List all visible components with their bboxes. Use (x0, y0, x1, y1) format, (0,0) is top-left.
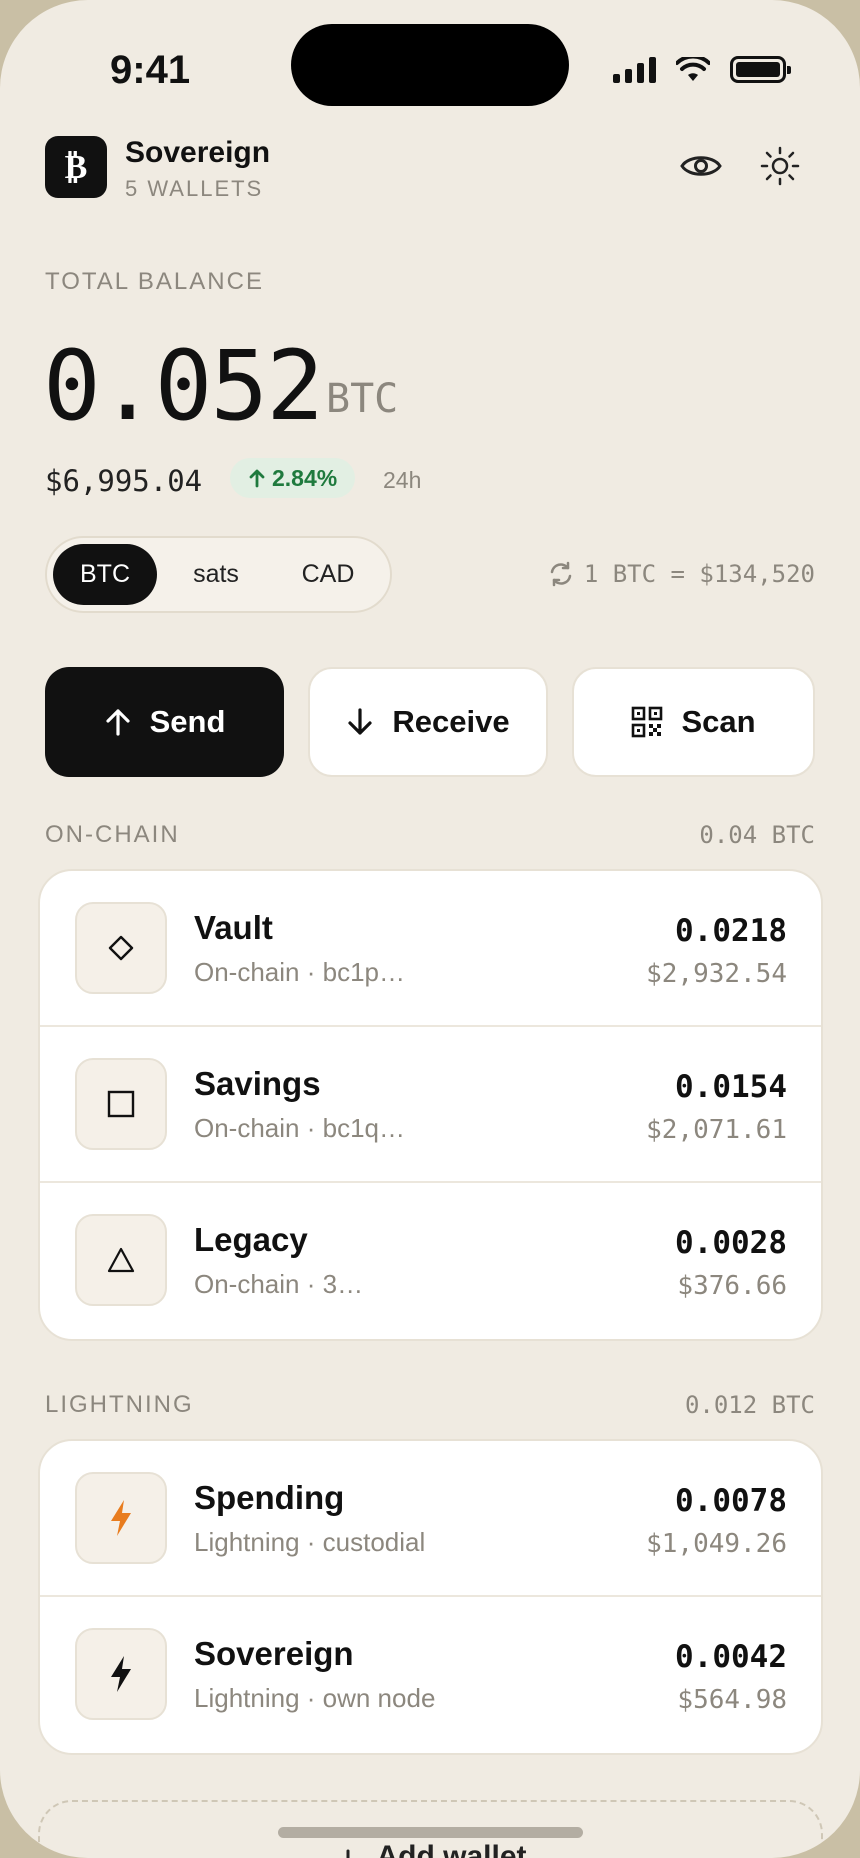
status-icons (613, 56, 791, 83)
total-balance-fiat: $6,995.04 (45, 464, 203, 498)
onchain-section-total: 0.04 BTC (699, 821, 815, 849)
change-percent: 2.84% (272, 464, 338, 491)
plus-icon (346, 1849, 350, 1858)
send-button[interactable]: Send (45, 667, 284, 777)
wallet-row-sovereign[interactable]: Sovereign Lightning · own node 0.0042 $5… (40, 1597, 821, 1753)
receive-button[interactable]: Receive (308, 667, 548, 777)
wallet-name: Sovereign (194, 1635, 354, 1672)
wallet-icon-tile (75, 1214, 167, 1306)
status-time: 9:41 (110, 48, 191, 92)
add-wallet-label: Add wallet (376, 1840, 527, 1858)
wallet-name: Vault (194, 909, 273, 946)
wallet-btc: 0.0154 (675, 1069, 787, 1105)
change-period: 24h (383, 467, 422, 493)
wallet-icon-tile (75, 1058, 167, 1150)
home-indicator[interactable] (278, 1827, 583, 1838)
wallet-fiat: $564.98 (677, 1685, 787, 1715)
wallet-icon-tile (75, 1628, 167, 1720)
app-logo: ₿ (45, 136, 107, 198)
wallet-btc: 0.0218 (675, 913, 787, 949)
wallet-count: 5 WALLETS (125, 176, 264, 201)
wallet-icon-tile (75, 902, 167, 994)
wallet-row-legacy[interactable]: Legacy On-chain · 3… 0.0028 $376.66 (40, 1183, 821, 1339)
wallet-name: Spending (194, 1479, 345, 1516)
wallet-row-savings[interactable]: Savings On-chain · bc1q… 0.0154 $2,071.6… (40, 1027, 821, 1183)
eye-icon (680, 156, 722, 176)
wallet-meta: Lightning · own node (194, 1683, 436, 1713)
wallet-meta: On-chain · 3… (194, 1269, 364, 1299)
lightning-section-total: 0.012 BTC (684, 1391, 815, 1419)
send-label: Send (149, 704, 226, 739)
total-balance-value: 0.052 (43, 330, 324, 442)
wallet-icon-tile (75, 1472, 167, 1564)
wallet-btc: 0.0078 (675, 1483, 787, 1519)
wallet-meta: Lightning · custodial (194, 1527, 426, 1557)
receive-label: Receive (392, 704, 510, 739)
wallet-meta: On-chain · bc1q… (194, 1113, 405, 1143)
exchange-rate[interactable]: 1 BTC = $134,520 (548, 560, 815, 588)
arrow-down-icon (348, 708, 372, 735)
diamond-icon (108, 935, 134, 961)
refresh-icon (550, 561, 572, 587)
cellular-signal-icon (613, 56, 656, 83)
exchange-rate-text: 1 BTC = $134,520 (583, 560, 815, 588)
sun-icon (760, 146, 800, 186)
unit-option-cad[interactable]: CAD (275, 544, 381, 605)
bolt-orange-icon (111, 1500, 131, 1536)
wallet-fiat: $2,071.61 (646, 1115, 787, 1145)
wifi-icon (676, 56, 710, 81)
change-badge: 2.84% (230, 458, 356, 498)
triangle-icon (107, 1247, 135, 1273)
wallet-meta: On-chain · bc1p… (194, 957, 405, 987)
wallet-fiat: $1,049.26 (646, 1529, 787, 1559)
unit-switcher: BTC sats CAD (45, 536, 392, 613)
wallet-fiat: $2,932.54 (646, 959, 787, 989)
wallet-row-spending[interactable]: Spending Lightning · custodial 0.0078 $1… (40, 1441, 821, 1597)
lightning-section-label: LIGHTNING (45, 1391, 194, 1418)
total-balance-label: TOTAL BALANCE (45, 268, 264, 295)
total-balance-unit: BTC (326, 376, 399, 422)
lightning-wallet-list: Spending Lightning · custodial 0.0078 $1… (38, 1439, 823, 1755)
unit-option-sats[interactable]: sats (157, 544, 275, 605)
scan-button[interactable]: Scan (572, 667, 815, 777)
arrow-up-icon (249, 469, 265, 488)
bolt-icon (111, 1656, 131, 1692)
scan-label: Scan (681, 704, 756, 739)
dynamic-island (291, 24, 569, 106)
arrow-up-icon (105, 709, 130, 736)
app-title: Sovereign (125, 136, 271, 169)
wallet-row-vault[interactable]: Vault On-chain · bc1p… 0.0218 $2,932.54 (40, 871, 821, 1027)
battery-icon (730, 56, 791, 83)
wallet-fiat: $376.66 (677, 1271, 787, 1301)
wallet-btc: 0.0042 (675, 1639, 787, 1675)
square-icon (107, 1090, 135, 1118)
settings-button[interactable] (754, 140, 806, 192)
onchain-wallet-list: Vault On-chain · bc1p… 0.0218 $2,932.54 … (38, 869, 823, 1341)
wallet-name: Legacy (194, 1221, 308, 1258)
unit-option-btc[interactable]: BTC (53, 544, 157, 605)
toggle-visibility-button[interactable] (675, 140, 727, 192)
phone-screen: 9:41 ₿ Sovereign 5 WALLETS TOTAL BALANCE… (0, 0, 860, 1858)
wallet-name: Savings (194, 1065, 321, 1102)
qr-code-icon (632, 706, 663, 738)
wallet-btc: 0.0028 (675, 1225, 787, 1261)
onchain-section-label: ON-CHAIN (45, 821, 180, 848)
